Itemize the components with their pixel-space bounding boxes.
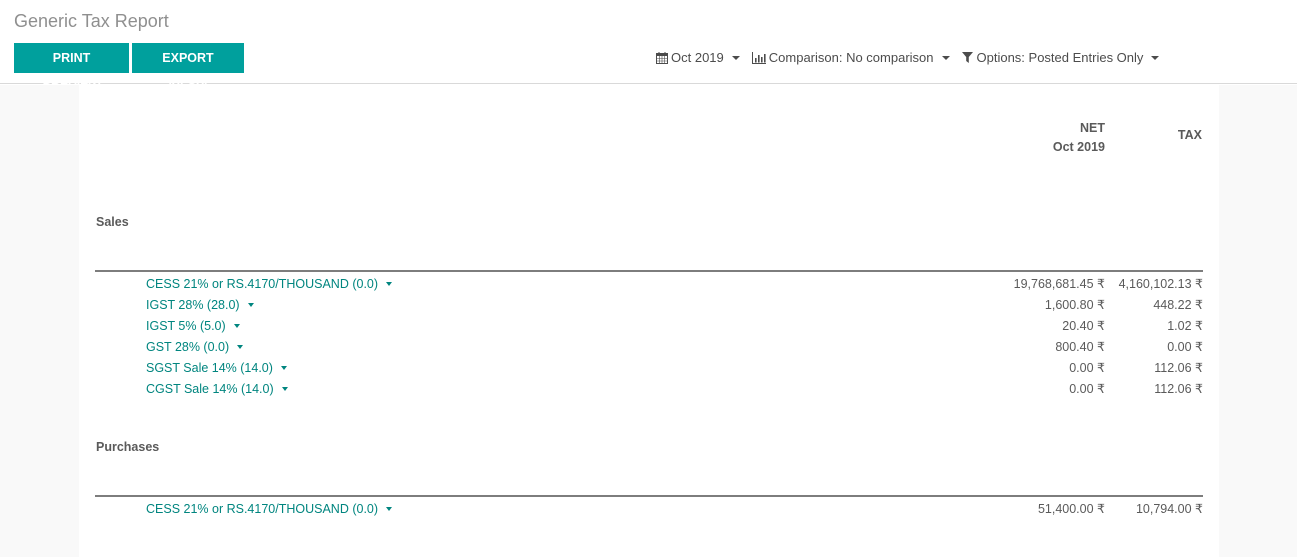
tax-amount: 0.00 ₹ bbox=[1167, 340, 1203, 354]
table-row: IGST 5% (5.0) 20.40 ₹ 1.02 ₹ bbox=[95, 318, 1203, 339]
control-panel: Generic Tax Report PRINT PREVIEW EXPORT … bbox=[0, 0, 1297, 95]
options-filter-label: Options: Posted Entries Only bbox=[976, 50, 1144, 65]
caret-down-icon bbox=[233, 324, 240, 328]
tax-amount: 112.06 ₹ bbox=[1154, 361, 1203, 375]
net-amount: 20.40 ₹ bbox=[1062, 319, 1105, 333]
tax-amount: 448.22 ₹ bbox=[1153, 298, 1203, 312]
net-amount: 51,400.00 ₹ bbox=[1037, 502, 1105, 516]
net-amount: 800.40 ₹ bbox=[1055, 340, 1105, 354]
tax-line-link[interactable]: GST 28% (0.0) bbox=[146, 339, 244, 355]
tax-amount: 112.06 ₹ bbox=[1154, 382, 1203, 396]
caret-down-icon bbox=[386, 282, 393, 286]
tax-line-name: SGST Sale 14% (14.0) bbox=[146, 361, 273, 375]
filter-icon bbox=[962, 52, 974, 64]
tax-line-link[interactable]: IGST 28% (28.0) bbox=[146, 297, 254, 313]
tax-line-name: IGST 28% (28.0) bbox=[146, 298, 240, 312]
caret-down-icon bbox=[386, 507, 393, 511]
section-divider bbox=[95, 495, 1203, 497]
options-filter-dropdown[interactable]: Options: Posted Entries Only bbox=[962, 50, 1160, 65]
column-header-tax: TAX bbox=[1177, 128, 1202, 142]
net-amount: 1,600.80 ₹ bbox=[1044, 298, 1105, 312]
caret-down-icon bbox=[280, 366, 287, 370]
net-period: Oct 2019 bbox=[1052, 140, 1105, 154]
column-header-net: NET Oct 2019 bbox=[1053, 119, 1105, 157]
net-amount: 0.00 ₹ bbox=[1069, 382, 1105, 396]
export-xlsx-button[interactable]: EXPORT (XLSX) bbox=[132, 43, 244, 95]
tax-line-link[interactable]: CESS 21% or RS.4170/THOUSAND (0.0) bbox=[146, 276, 393, 292]
net-label: NET bbox=[1080, 121, 1105, 135]
table-row: SGST Sale 14% (14.0) 0.00 ₹ 112.06 ₹ bbox=[95, 360, 1203, 381]
tax-line-name: CESS 21% or RS.4170/THOUSAND (0.0) bbox=[146, 277, 379, 291]
tax-line-name: CESS 21% or RS.4170/THOUSAND (0.0) bbox=[146, 502, 379, 516]
tax-line-name: IGST 5% (5.0) bbox=[146, 319, 226, 333]
caret-down-icon bbox=[237, 345, 244, 349]
date-filter-label: Oct 2019 bbox=[671, 50, 724, 65]
net-amount: 0.00 ₹ bbox=[1069, 361, 1105, 375]
tax-line-link[interactable]: SGST Sale 14% (14.0) bbox=[146, 360, 287, 376]
caret-down-icon bbox=[1151, 55, 1160, 60]
tax-amount: 4,160,102.13 ₹ bbox=[1118, 277, 1203, 291]
section-title-purchases: Purchases bbox=[96, 440, 160, 454]
section-title-sales: Sales bbox=[96, 215, 129, 229]
comparison-filter-dropdown[interactable]: Comparison: No comparison bbox=[751, 50, 950, 65]
tax-amount: 10,794.00 ₹ bbox=[1135, 502, 1203, 516]
tax-amount: 1.02 ₹ bbox=[1167, 319, 1203, 333]
table-row: CESS 21% or RS.4170/THOUSAND (0.0) 19,76… bbox=[95, 276, 1203, 297]
caret-down-icon bbox=[247, 303, 254, 307]
date-filter-dropdown[interactable]: Oct 2019 bbox=[656, 50, 740, 65]
net-amount: 19,768,681.45 ₹ bbox=[1013, 277, 1105, 291]
print-preview-button[interactable]: PRINT PREVIEW bbox=[14, 43, 129, 95]
page-title: Generic Tax Report bbox=[14, 11, 169, 31]
caret-down-icon bbox=[281, 387, 288, 391]
caret-down-icon bbox=[731, 55, 740, 60]
comparison-filter-label: Comparison: No comparison bbox=[768, 50, 934, 65]
section-divider bbox=[95, 270, 1203, 272]
table-row: IGST 28% (28.0) 1,600.80 ₹ 448.22 ₹ bbox=[95, 297, 1203, 318]
report-sheet: NET Oct 2019 TAX Sales CESS 21% or RS.41… bbox=[79, 85, 1219, 557]
tax-line-name: CGST Sale 14% (14.0) bbox=[146, 382, 274, 396]
table-row: CESS 21% or RS.4170/THOUSAND (0.0) 51,40… bbox=[95, 501, 1203, 522]
report-filters: Oct 2019 Comparison: No comparison Optio… bbox=[656, 50, 1171, 65]
tax-line-link[interactable]: IGST 5% (5.0) bbox=[146, 318, 240, 334]
calendar-icon bbox=[656, 51, 668, 64]
table-row: GST 28% (0.0) 800.40 ₹ 0.00 ₹ bbox=[95, 339, 1203, 360]
caret-down-icon bbox=[941, 55, 950, 60]
tax-line-name: GST 28% (0.0) bbox=[146, 340, 230, 354]
bar-chart-icon bbox=[751, 51, 766, 64]
table-row: CGST Sale 14% (14.0) 0.00 ₹ 112.06 ₹ bbox=[95, 381, 1203, 402]
tax-line-link[interactable]: CESS 21% or RS.4170/THOUSAND (0.0) bbox=[146, 501, 393, 517]
tax-line-link[interactable]: CGST Sale 14% (14.0) bbox=[146, 381, 288, 397]
